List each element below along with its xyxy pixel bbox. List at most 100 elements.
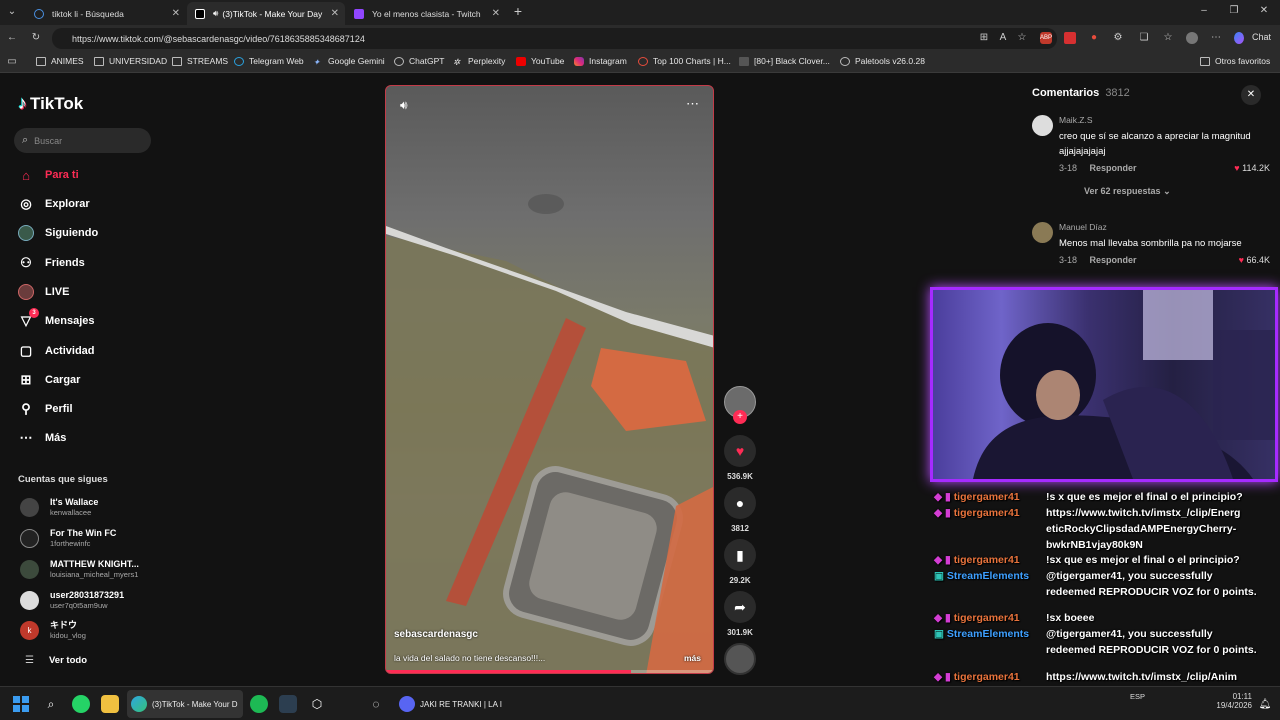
taskbar-discord[interactable]: JAKI RE TRANKI | LA I xyxy=(395,690,513,718)
bookmark-link[interactable]: [80+] Black Clover... xyxy=(739,56,830,66)
refresh-icon[interactable]: ↻ xyxy=(30,32,42,44)
nav-para-ti[interactable]: ⌂ Para ti xyxy=(18,167,79,183)
nav-live[interactable]: LIVE xyxy=(18,284,69,300)
chat-username[interactable]: tigergamer41 xyxy=(954,491,1020,503)
language-indicator[interactable]: ESP xyxy=(1130,692,1145,701)
avatar[interactable] xyxy=(1186,32,1198,44)
chat-username[interactable]: StreamElements xyxy=(947,628,1029,640)
tab-search[interactable]: tiktok li - Búsqueda ✕ xyxy=(26,2,186,25)
save-button[interactable]: ▮ 29.2K xyxy=(724,539,756,585)
progress-bar[interactable] xyxy=(386,670,713,673)
nav-cargar[interactable]: ⊞ Cargar xyxy=(18,372,81,388)
bookmark-folder[interactable]: UNIVERSIDAD xyxy=(94,56,167,66)
reply-button[interactable]: Responder xyxy=(1090,255,1137,265)
new-tab-icon[interactable]: + xyxy=(512,4,524,18)
view-replies-button[interactable]: Ver 62 respuestas ⌄ xyxy=(1084,186,1274,197)
notifications-icon[interactable]: 🔔︎ xyxy=(1256,695,1274,713)
settings-icon[interactable]: ⬡ xyxy=(308,695,326,713)
translate-icon[interactable]: A xyxy=(997,32,1009,44)
bookmark-folder[interactable]: STREAMS xyxy=(172,56,228,66)
bookmark-link[interactable]: Telegram Web xyxy=(234,56,304,66)
bookmark-link[interactable]: ✦ Google Gemini xyxy=(313,56,385,67)
see-all-link[interactable]: ☰ Ver todo xyxy=(20,655,87,666)
comment-button[interactable]: ● 3812 xyxy=(724,487,756,533)
favorites-icon[interactable]: ☆ xyxy=(1162,32,1174,44)
author-avatar[interactable]: + xyxy=(724,386,756,432)
taskbar-edge[interactable]: (3)TikTok - Make Your D xyxy=(127,690,243,718)
bookmark-folder[interactable]: ANIMES xyxy=(36,56,84,66)
avatar[interactable] xyxy=(1032,222,1053,243)
back-icon[interactable]: ← xyxy=(6,32,18,44)
tiktok-logo[interactable]: ♪ TikTok xyxy=(18,93,83,114)
extension-icon[interactable] xyxy=(1064,32,1076,44)
close-icon[interactable]: ✕ xyxy=(492,8,500,19)
nav-mas[interactable]: ⋯ Más xyxy=(18,430,67,446)
app-icon[interactable]: ◌ xyxy=(367,695,385,713)
app-icon[interactable] xyxy=(279,695,297,713)
search-input[interactable]: ⌕ Buscar xyxy=(14,128,151,153)
close-icon[interactable]: ✕ xyxy=(331,8,339,19)
caption-more-button[interactable]: más xyxy=(684,653,701,663)
reply-button[interactable]: Responder xyxy=(1090,163,1137,173)
tab-tiktok[interactable]: 🔊︎ (3)TikTok - Make Your Day ✕ xyxy=(187,2,345,25)
chat-button[interactable]: Chat xyxy=(1252,32,1271,42)
nav-friends[interactable]: ⚇ Friends xyxy=(18,255,85,271)
chat-username[interactable]: tigergamer41 xyxy=(954,612,1020,624)
chat-username[interactable]: tigergamer41 xyxy=(954,507,1020,519)
tab-twitch[interactable]: Yo el menos clasista - Twitch ✕ xyxy=(346,2,506,25)
chat-username[interactable]: tigergamer41 xyxy=(954,554,1020,566)
account-item[interactable]: For The Win FC 1forthewinfc xyxy=(20,528,116,548)
account-item[interactable]: user28031873291 user7q0t5am9uw xyxy=(20,590,124,610)
collections-icon[interactable]: ❏ xyxy=(1138,32,1150,44)
file-explorer-icon[interactable] xyxy=(101,695,119,713)
extensions-icon[interactable]: ⚙ xyxy=(1112,32,1124,44)
search-icon[interactable]: ⌕ xyxy=(42,695,60,713)
account-item[interactable]: It's Wallace kenwallacee xyxy=(20,497,98,517)
comment-like[interactable]: ♥ 114.2K xyxy=(1234,163,1270,173)
favorite-star-icon[interactable]: ☆ xyxy=(1016,32,1028,44)
more-options-icon[interactable]: ⋯ xyxy=(686,96,699,112)
bookmark-link[interactable]: Instagram xyxy=(574,56,627,66)
avatar[interactable] xyxy=(1032,115,1053,136)
nav-explorar[interactable]: ◎ Explorar xyxy=(18,196,89,212)
tab-list-icon[interactable]: ⌄ xyxy=(6,6,18,18)
follow-plus-icon[interactable]: + xyxy=(733,410,747,424)
bookmark-link[interactable]: ✲ Perplexity xyxy=(453,56,505,67)
comment-user[interactable]: Maik.Z.S xyxy=(1059,115,1274,125)
account-item[interactable]: MATTHEW KNIGHT... louisiana_micheal_myers… xyxy=(20,559,139,579)
video-author[interactable]: sebascardenasgc xyxy=(394,629,478,640)
bookmark-link[interactable]: YouTube xyxy=(516,56,564,66)
chat-username[interactable]: StreamElements xyxy=(947,570,1029,582)
comment-like[interactable]: ♥ 66.4K xyxy=(1239,255,1270,265)
nav-perfil[interactable]: ⚲ Perfil xyxy=(18,401,72,417)
windows-start-icon[interactable] xyxy=(12,695,30,713)
account-item[interactable]: k キドウ kidou_vlog xyxy=(20,620,86,640)
bookmark-link[interactable]: ChatGPT xyxy=(394,56,444,66)
close-icon[interactable]: ✕ xyxy=(172,8,180,19)
reading-list-icon[interactable]: ▭ xyxy=(6,56,18,68)
other-favorites[interactable]: Otros favoritos xyxy=(1200,56,1270,66)
address-bar[interactable]: https://www.tiktok.com/@sebascardenasgc/… xyxy=(52,28,1057,49)
extension-icon[interactable]: ● xyxy=(1088,32,1100,44)
comment-user[interactable]: Manuel Díaz xyxy=(1059,222,1274,232)
close-comments-button[interactable]: ✕ xyxy=(1241,85,1261,105)
menu-dots-icon[interactable]: ⋯ xyxy=(1210,32,1222,44)
spotify-icon[interactable] xyxy=(250,695,268,713)
bookmark-link[interactable]: Paletools v26.0.28 xyxy=(840,56,925,66)
bookmark-link[interactable]: Top 100 Charts | H... xyxy=(638,56,731,66)
window-close-icon[interactable]: ✕ xyxy=(1258,5,1270,17)
chat-username[interactable]: tigergamer41 xyxy=(954,671,1020,683)
nav-mensajes[interactable]: ▽ 3 Mensajes xyxy=(18,308,95,329)
nav-siguiendo[interactable]: Siguiendo xyxy=(18,225,98,241)
copilot-icon[interactable] xyxy=(1234,32,1244,44)
volume-icon[interactable]: 🔊︎ xyxy=(400,98,408,113)
clock[interactable]: 01:11 19/4/2026 xyxy=(1212,692,1252,710)
sound-disc[interactable] xyxy=(724,643,756,675)
nav-actividad[interactable]: ▢ Actividad xyxy=(18,343,95,359)
share-button[interactable]: ➦ 301.9K xyxy=(724,591,756,637)
split-icon[interactable]: ⊞ xyxy=(978,32,990,44)
like-button[interactable]: ♥ 536.9K xyxy=(724,435,756,481)
adblock-icon[interactable]: ABP xyxy=(1040,32,1052,44)
maximize-icon[interactable]: ❐ xyxy=(1228,5,1240,17)
minimize-icon[interactable]: – xyxy=(1198,5,1210,17)
